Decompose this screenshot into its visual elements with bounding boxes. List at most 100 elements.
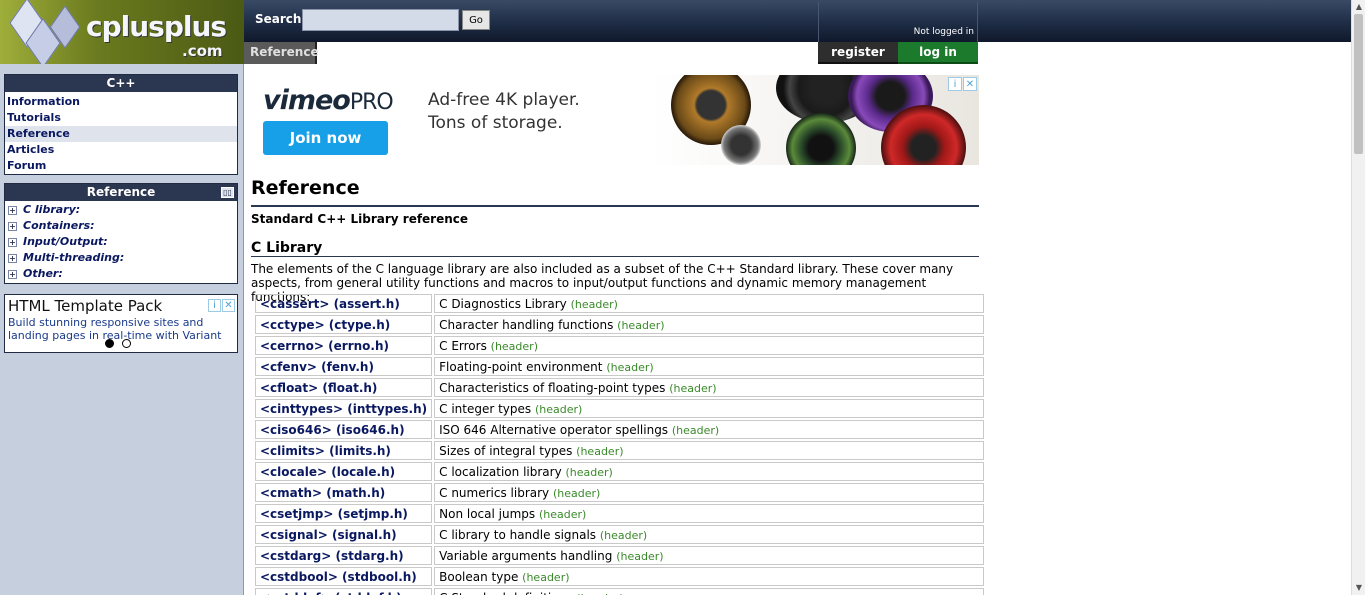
library-description: C library to handle signals (header) [434,525,984,544]
sidebar-item-tutorials[interactable]: Tutorials [5,110,237,126]
library-description-text: Sizes of integral types [439,443,573,458]
header-tag: (header) [565,465,613,479]
library-description-text: Variable arguments handling [439,548,613,563]
search-go-button[interactable]: Go [462,10,490,30]
join-now-button[interactable]: Join now [263,121,388,155]
table-row: <cstddef> (stddef.h)C Standard definitio… [255,588,984,595]
library-header-link[interactable]: <clocale> (locale.h) [255,462,433,481]
scroll-down-arrow-icon[interactable]: ▼ [1352,581,1365,595]
table-row: <cstdarg> (stdarg.h) Variable arguments h… [255,546,984,565]
section-divider [251,256,979,257]
library-description: C localization library (header) [434,462,984,481]
banner-ad[interactable]: vimeoPRO Ad-free 4K player. Tons of stor… [251,75,979,165]
library-header-link[interactable]: <csignal> (signal.h) [255,525,433,544]
sidebar-ad[interactable]: i ✕ HTML Template Pack Build stunning res… [4,294,238,353]
logo-domain: .com [182,42,223,60]
table-row: <cerrno> (errno.h) C Errors (header) [255,336,984,355]
library-header-link[interactable]: <cmath> (math.h) [255,483,433,502]
header-tag: (header) [671,423,720,437]
header-tag: (header) [606,360,654,374]
header-tag: (header) [534,402,583,416]
expand-icon[interactable]: + [8,238,17,247]
reference-nav-title: Reference ▯▯ [5,184,237,201]
library-description-text: C numerics library [439,485,550,500]
header-tag: (header) [552,486,601,500]
library-header-link[interactable]: <cinttypes> (inttypes.h) [255,399,433,418]
sidebar-item-articles[interactable]: Articles [5,142,237,158]
tree-item-input-output[interactable]: + Input/Output: [5,234,237,250]
banner-tagline-2: Tons of storage. [428,113,563,133]
library-header-link[interactable]: <cstdarg> (stdarg.h) [255,546,433,565]
banner-ad-controls: i ✕ [947,76,977,91]
ad-close-icon[interactable]: ✕ [963,77,977,91]
library-header-link[interactable]: <cfenv> (fenv.h) [255,357,433,376]
library-description: Non local jumps (header) [434,504,984,523]
reference-nav-box: Reference ▯▯ + C library: + Containers: + I… [4,183,238,284]
library-description: C integer types (header) [434,399,984,418]
book-icon[interactable]: ▯▯ [221,187,234,198]
expand-icon[interactable]: + [8,254,17,263]
register-button[interactable]: register [818,42,898,64]
tree-item-multi-threading[interactable]: + Multi-threading: [5,250,237,266]
expand-icon[interactable]: + [8,206,17,215]
section-title: C Library [251,240,323,256]
search-label: Search: [255,12,307,26]
library-description: Characteristics of floating-point types … [434,378,984,397]
header-tag: (header) [570,297,618,311]
ad-info-icon[interactable]: i [948,77,962,91]
tree-item-other[interactable]: + Other: [5,266,237,282]
library-header-link[interactable]: <cstddef> (stddef.h) [255,588,433,595]
search-input[interactable] [302,9,459,31]
library-header-link[interactable]: <climits> (limits.h) [255,441,433,460]
ad-close-icon[interactable]: ✕ [222,299,235,312]
login-button[interactable]: log in [898,42,978,64]
camera-lens-image [721,125,761,165]
library-description: C Diagnostics Library (header) [434,294,984,313]
library-header-link[interactable]: <cfloat> (float.h) [255,378,433,397]
title-divider [251,205,979,207]
ad-controls: i ✕ [207,297,235,312]
scroll-up-arrow-icon[interactable]: ▲ [1352,0,1365,14]
header-tag: (header) [522,570,570,584]
sidebar-ad-title[interactable]: HTML Template Pack [8,297,234,315]
ad-info-icon[interactable]: i [208,299,221,312]
scroll-thumb[interactable] [1354,14,1363,154]
library-description-text: Characteristics of floating-point types [439,380,666,395]
library-description: C Errors (header) [434,336,984,355]
site-logo[interactable]: cplusplus .com [0,0,244,64]
tree-item-containers[interactable]: + Containers: [5,218,237,234]
library-description: Character handling functions (header) [434,315,984,334]
expand-icon[interactable]: + [8,270,17,279]
sidebar-item-reference[interactable]: Reference [5,126,237,142]
sidebar-item-information[interactable]: Information [5,94,237,110]
header-tag: (header) [538,507,587,521]
tree-item-label: Other: [23,267,63,280]
carousel-dot-active[interactable] [105,339,114,348]
library-header-link[interactable]: <cctype> (ctype.h) [255,315,433,334]
tree-item-c-library[interactable]: + C library: [5,202,237,218]
cpp-nav-title: C++ [5,75,237,92]
library-description: Floating-point environment (header) [434,357,984,376]
table-row: <ciso646> (iso646.h) ISO 646 Alternative … [255,420,984,439]
library-header-link[interactable]: <cstdbool> (stdbool.h) [255,567,433,586]
library-header-link[interactable]: <csetjmp> (setjmp.h) [255,504,433,523]
camera-lens-image [786,113,856,165]
banner-tagline: Ad-free 4K player. Tons of storage. [428,89,580,135]
header-tag: (header) [616,549,664,563]
library-header-link[interactable]: <cassert> (assert.h) [255,294,433,313]
library-description: Variable arguments handling (header) [434,546,984,565]
table-row: <cstdbool> (stdbool.h) Boolean type (head… [255,567,984,586]
expand-icon[interactable]: + [8,222,17,231]
sidebar-item-forum[interactable]: Forum [5,158,237,174]
reference-nav-title-text: Reference [86,185,156,199]
carousel-dot[interactable] [122,339,131,348]
library-header-link[interactable]: <cerrno> (errno.h) [255,336,433,355]
banner-brand: vimeoPRO [263,85,394,116]
table-row: <clocale> (locale.h) C localization libra… [255,462,984,481]
library-header-link[interactable]: <ciso646> (iso646.h) [255,420,433,439]
c-library-table: <cassert> (assert.h) C Diagnostics Librar… [253,292,986,595]
vertical-scrollbar[interactable]: ▲ ▼ [1351,0,1365,595]
library-description: C numerics library (header) [434,483,984,502]
table-row: <cfloat> (float.h) Characteristics of flo… [255,378,984,397]
tab-reference[interactable]: Reference [244,42,319,64]
